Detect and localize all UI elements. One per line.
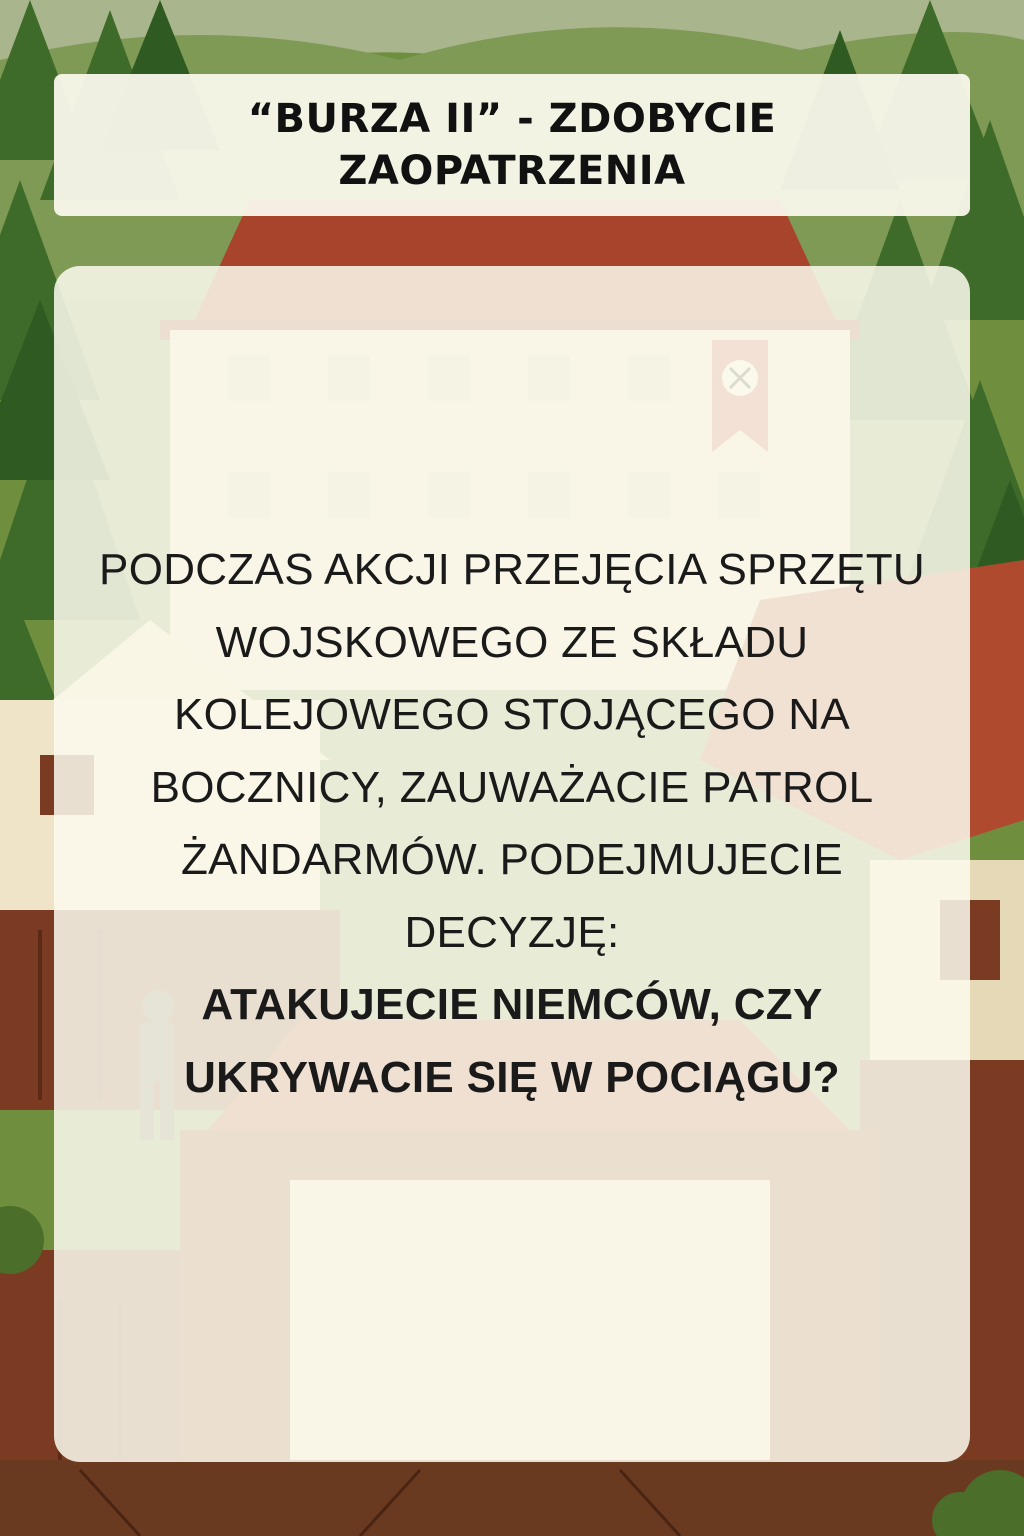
card-body-text: PODCZAS AKCJI PRZEJĘCIA SPRZĘTU WOJSKOWE…	[94, 534, 930, 1114]
card-body-panel: PODCZAS AKCJI PRZEJĘCIA SPRZĘTU WOJSKOWE…	[54, 266, 970, 1462]
card-title: “BURZA II” - ZDOBYCIE ZAOPATRZENIA	[247, 96, 777, 194]
card-question: ATAKUJECIE NIEMCÓW, CZY UKRYWACIE SIĘ W …	[184, 980, 840, 1102]
card-title-banner: “BURZA II” - ZDOBYCIE ZAOPATRZENIA	[54, 74, 970, 216]
card-description: PODCZAS AKCJI PRZEJĘCIA SPRZĘTU WOJSKOWE…	[99, 545, 925, 957]
